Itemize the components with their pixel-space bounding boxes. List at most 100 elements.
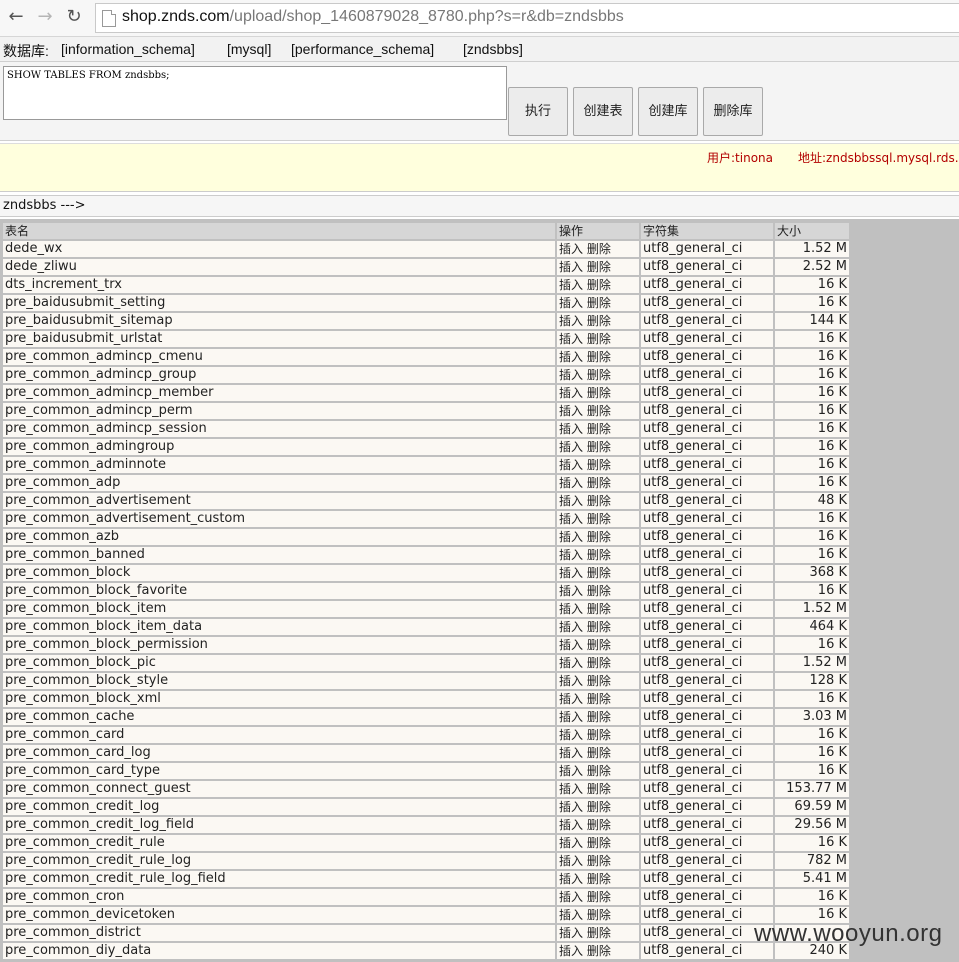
delete-link[interactable]: 删除: [587, 764, 611, 778]
delete-link[interactable]: 删除: [587, 242, 611, 256]
table-name-cell[interactable]: pre_common_credit_log_field: [3, 817, 555, 833]
insert-link[interactable]: 插入: [559, 602, 583, 616]
delete-link[interactable]: 删除: [587, 530, 611, 544]
table-name-cell[interactable]: dede_zliwu: [3, 259, 555, 275]
insert-link[interactable]: 插入: [559, 278, 583, 292]
table-name-cell[interactable]: pre_common_credit_rule_log_field: [3, 871, 555, 887]
insert-link[interactable]: 插入: [559, 530, 583, 544]
insert-link[interactable]: 插入: [559, 818, 583, 832]
drop-database-button[interactable]: 删除库: [703, 87, 763, 136]
create-database-button[interactable]: 创建库: [638, 87, 698, 136]
table-name-cell[interactable]: dts_increment_trx: [3, 277, 555, 293]
delete-link[interactable]: 删除: [587, 638, 611, 652]
delete-link[interactable]: 删除: [587, 602, 611, 616]
delete-link[interactable]: 删除: [587, 836, 611, 850]
table-name-cell[interactable]: pre_common_credit_rule: [3, 835, 555, 851]
delete-link[interactable]: 删除: [587, 656, 611, 670]
insert-link[interactable]: 插入: [559, 872, 583, 886]
table-name-cell[interactable]: pre_common_admincp_group: [3, 367, 555, 383]
table-name-cell[interactable]: pre_common_banned: [3, 547, 555, 563]
delete-link[interactable]: 删除: [587, 926, 611, 940]
insert-link[interactable]: 插入: [559, 548, 583, 562]
insert-link[interactable]: 插入: [559, 944, 583, 958]
table-name-cell[interactable]: pre_common_advertisement: [3, 493, 555, 509]
delete-link[interactable]: 删除: [587, 476, 611, 490]
insert-link[interactable]: 插入: [559, 854, 583, 868]
delete-link[interactable]: 删除: [587, 674, 611, 688]
table-name-cell[interactable]: dede_wx: [3, 241, 555, 257]
delete-link[interactable]: 删除: [587, 296, 611, 310]
insert-link[interactable]: 插入: [559, 584, 583, 598]
table-name-cell[interactable]: pre_common_cron: [3, 889, 555, 905]
table-name-cell[interactable]: pre_common_advertisement_custom: [3, 511, 555, 527]
delete-link[interactable]: 删除: [587, 728, 611, 742]
db-link-information-schema[interactable]: [information_schema]: [61, 41, 195, 57]
insert-link[interactable]: 插入: [559, 404, 583, 418]
delete-link[interactable]: 删除: [587, 440, 611, 454]
delete-link[interactable]: 删除: [587, 512, 611, 526]
insert-link[interactable]: 插入: [559, 260, 583, 274]
table-name-cell[interactable]: pre_common_block_style: [3, 673, 555, 689]
table-name-cell[interactable]: pre_common_district: [3, 925, 555, 941]
insert-link[interactable]: 插入: [559, 890, 583, 904]
insert-link[interactable]: 插入: [559, 314, 583, 328]
delete-link[interactable]: 删除: [587, 782, 611, 796]
table-name-cell[interactable]: pre_common_adminnote: [3, 457, 555, 473]
table-name-cell[interactable]: pre_common_block_pic: [3, 655, 555, 671]
insert-link[interactable]: 插入: [559, 512, 583, 526]
table-name-cell[interactable]: pre_baidusubmit_urlstat: [3, 331, 555, 347]
delete-link[interactable]: 删除: [587, 548, 611, 562]
insert-link[interactable]: 插入: [559, 296, 583, 310]
table-name-cell[interactable]: pre_common_credit_log: [3, 799, 555, 815]
insert-link[interactable]: 插入: [559, 926, 583, 940]
address-bar[interactable]: shop.znds.com/upload/shop_1460879028_878…: [95, 3, 959, 33]
sql-query-input[interactable]: SHOW TABLES FROM zndsbbs;: [3, 66, 507, 120]
insert-link[interactable]: 插入: [559, 440, 583, 454]
insert-link[interactable]: 插入: [559, 836, 583, 850]
delete-link[interactable]: 删除: [587, 854, 611, 868]
insert-link[interactable]: 插入: [559, 422, 583, 436]
delete-link[interactable]: 删除: [587, 692, 611, 706]
insert-link[interactable]: 插入: [559, 692, 583, 706]
delete-link[interactable]: 删除: [587, 620, 611, 634]
insert-link[interactable]: 插入: [559, 656, 583, 670]
delete-link[interactable]: 删除: [587, 908, 611, 922]
insert-link[interactable]: 插入: [559, 638, 583, 652]
insert-link[interactable]: 插入: [559, 458, 583, 472]
table-name-cell[interactable]: pre_baidusubmit_setting: [3, 295, 555, 311]
delete-link[interactable]: 删除: [587, 746, 611, 760]
insert-link[interactable]: 插入: [559, 566, 583, 580]
table-name-cell[interactable]: pre_common_azb: [3, 529, 555, 545]
delete-link[interactable]: 删除: [587, 404, 611, 418]
delete-link[interactable]: 删除: [587, 566, 611, 580]
table-name-cell[interactable]: pre_common_card: [3, 727, 555, 743]
db-link-mysql[interactable]: [mysql]: [227, 41, 271, 57]
create-table-button[interactable]: 创建表: [573, 87, 633, 136]
table-name-cell[interactable]: pre_baidusubmit_sitemap: [3, 313, 555, 329]
insert-link[interactable]: 插入: [559, 242, 583, 256]
delete-link[interactable]: 删除: [587, 818, 611, 832]
table-name-cell[interactable]: pre_common_block_permission: [3, 637, 555, 653]
delete-link[interactable]: 删除: [587, 494, 611, 508]
insert-link[interactable]: 插入: [559, 782, 583, 796]
table-name-cell[interactable]: pre_common_admincp_session: [3, 421, 555, 437]
table-name-cell[interactable]: pre_common_admincp_member: [3, 385, 555, 401]
insert-link[interactable]: 插入: [559, 476, 583, 490]
delete-link[interactable]: 删除: [587, 944, 611, 958]
insert-link[interactable]: 插入: [559, 710, 583, 724]
insert-link[interactable]: 插入: [559, 494, 583, 508]
insert-link[interactable]: 插入: [559, 674, 583, 688]
table-name-cell[interactable]: pre_common_admincp_cmenu: [3, 349, 555, 365]
insert-link[interactable]: 插入: [559, 332, 583, 346]
table-name-cell[interactable]: pre_common_block: [3, 565, 555, 581]
table-name-cell[interactable]: pre_common_cache: [3, 709, 555, 725]
delete-link[interactable]: 删除: [587, 710, 611, 724]
delete-link[interactable]: 删除: [587, 278, 611, 292]
table-name-cell[interactable]: pre_common_connect_guest: [3, 781, 555, 797]
table-name-cell[interactable]: pre_common_block_xml: [3, 691, 555, 707]
table-name-cell[interactable]: pre_common_admincp_perm: [3, 403, 555, 419]
insert-link[interactable]: 插入: [559, 386, 583, 400]
table-name-cell[interactable]: pre_common_card_log: [3, 745, 555, 761]
delete-link[interactable]: 删除: [587, 800, 611, 814]
table-name-cell[interactable]: pre_common_block_item_data: [3, 619, 555, 635]
